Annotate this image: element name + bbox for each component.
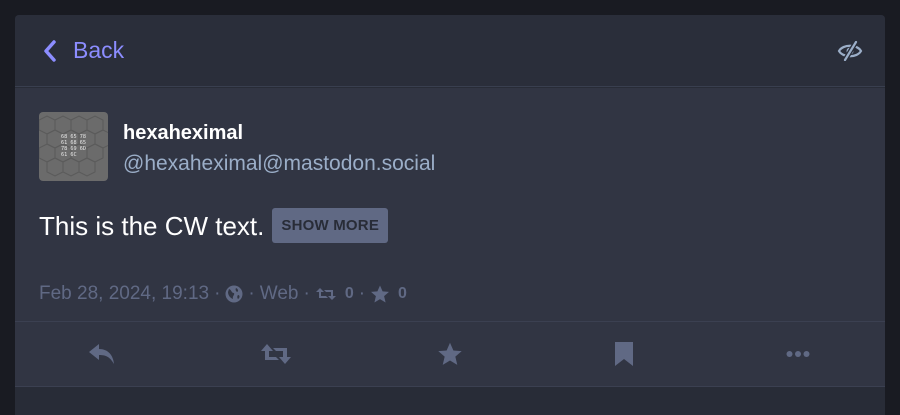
display-name: hexaheximal bbox=[123, 122, 244, 144]
status-meta: Feb 28, 2024, 19:13 · · Web · 0 · 0 bbox=[39, 283, 407, 305]
meta-separator: · bbox=[248, 283, 255, 304]
account-handle: @hexaheximal@mastodon.social bbox=[123, 152, 436, 175]
star-icon bbox=[371, 285, 390, 302]
star-icon bbox=[438, 342, 462, 365]
back-button[interactable]: Back bbox=[43, 37, 124, 64]
reply-button[interactable] bbox=[72, 332, 132, 376]
hexagon-pattern: 68 65 78 61 68 65 78 69 6D 61 6C bbox=[39, 115, 108, 177]
column-header: Back bbox=[15, 15, 885, 87]
toggle-content-visibility-button[interactable] bbox=[837, 40, 863, 61]
show-more-button[interactable]: SHOW MORE bbox=[272, 208, 389, 243]
content-warning: This is the CW text. SHOW MORE bbox=[39, 208, 389, 243]
boost-button[interactable] bbox=[246, 332, 306, 376]
avatar[interactable]: 68 65 78 61 68 65 78 69 6D 61 6C bbox=[39, 112, 108, 181]
meta-separator: · bbox=[214, 283, 221, 304]
eye-slash-icon bbox=[837, 40, 863, 61]
meta-separator: · bbox=[303, 283, 310, 304]
retweet-icon bbox=[315, 288, 336, 300]
meta-separator: · bbox=[358, 283, 366, 304]
content-warning-text: This is the CW text. bbox=[39, 210, 265, 241]
more-options-button[interactable] bbox=[768, 332, 828, 376]
status-timestamp[interactable]: Feb 28, 2024, 19:13 bbox=[39, 283, 209, 305]
ellipsis-icon bbox=[786, 351, 810, 357]
globe-icon bbox=[225, 285, 243, 303]
action-bar bbox=[15, 321, 885, 387]
detailed-status: 68 65 78 61 68 65 78 69 6D 61 6C hexahex… bbox=[15, 88, 885, 321]
boost-count-link[interactable]: 0 bbox=[315, 285, 354, 303]
reblogs-count: 0 bbox=[344, 285, 354, 302]
back-label: Back bbox=[73, 37, 125, 63]
chevron-left-icon bbox=[44, 39, 56, 62]
status-account[interactable]: 68 65 78 61 68 65 78 69 6D 61 6C hexahex… bbox=[39, 112, 435, 181]
detailed-status-column: Back 68 65 78 61 68 65 78 69 6D 61 6C he… bbox=[15, 15, 885, 415]
bookmark-icon bbox=[615, 342, 633, 366]
bookmark-button[interactable] bbox=[594, 332, 654, 376]
reply-icon bbox=[89, 344, 114, 364]
avatar-hex-line: 61 6C bbox=[61, 152, 77, 158]
favourites-count: 0 bbox=[398, 285, 407, 302]
retweet-icon bbox=[261, 344, 291, 364]
favourite-count-link[interactable]: 0 bbox=[370, 285, 407, 304]
application-name: Web bbox=[259, 283, 299, 304]
favourite-button[interactable] bbox=[420, 332, 480, 376]
